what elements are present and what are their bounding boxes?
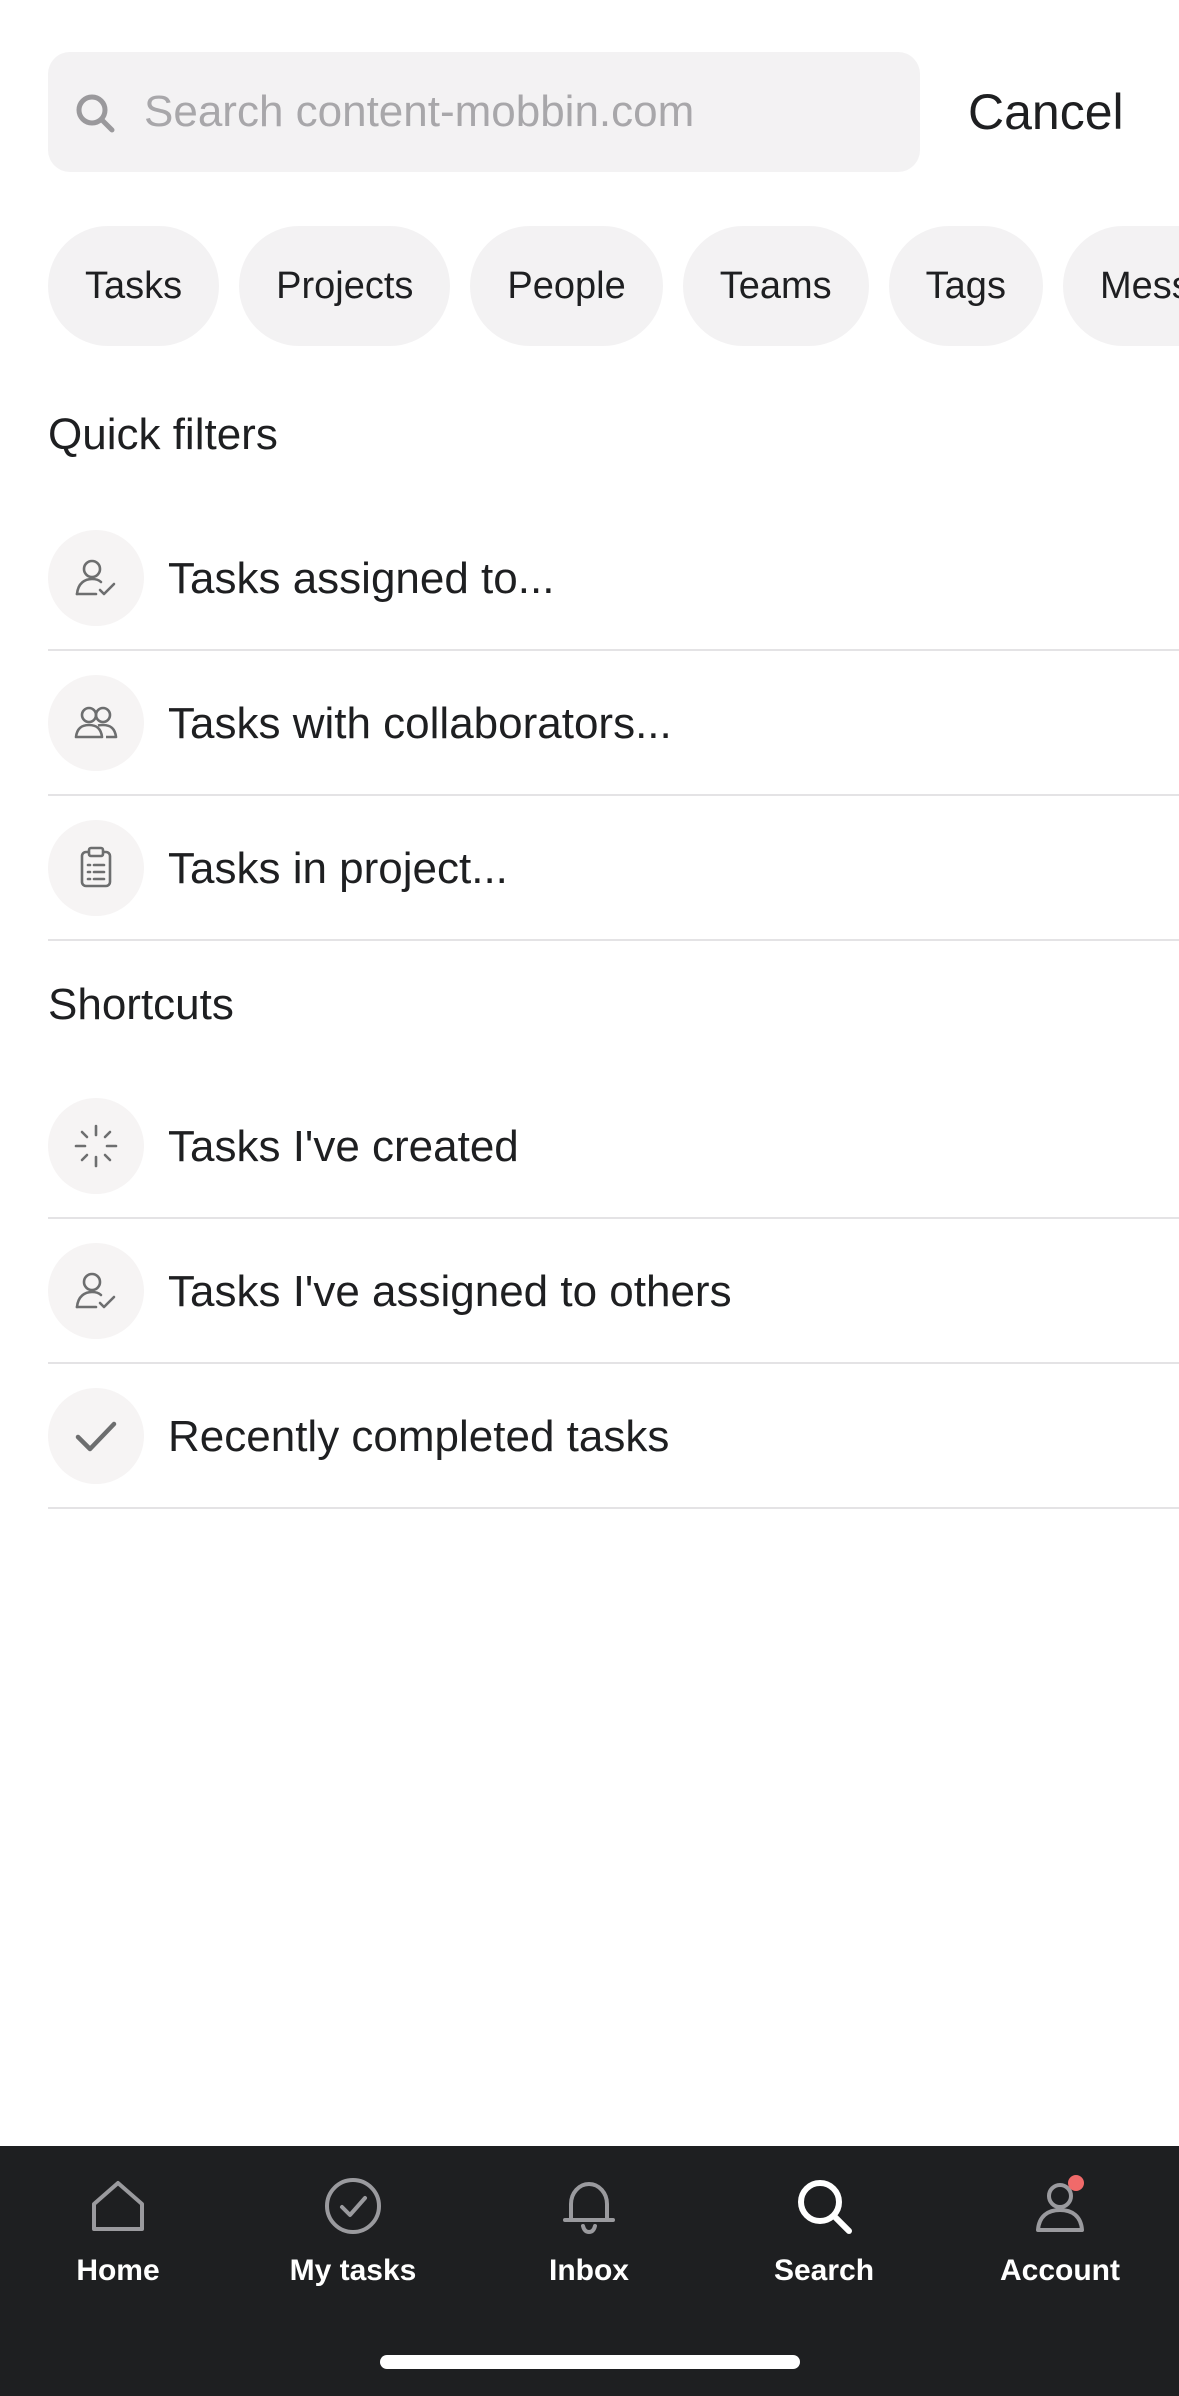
people-icon [48,675,144,771]
nav-item-search[interactable]: Search [724,2174,924,2304]
clipboard-icon [48,820,144,916]
list-item-label: Tasks assigned to... [168,554,555,603]
list-item[interactable]: Tasks in project... [48,796,1179,941]
person-check-icon [48,530,144,626]
list-item-label: Tasks with collaborators... [168,699,672,748]
shortcuts-title: Shortcuts [48,980,234,1029]
quick-filters-title: Quick filters [48,410,278,459]
list-item-label: Recently completed tasks [168,1412,670,1461]
list-item-label: Tasks in project... [168,844,508,893]
list-item[interactable]: Tasks I've created [48,1074,1179,1219]
nav-label: Account [1000,2254,1120,2287]
chip-tasks[interactable]: Tasks [48,226,220,346]
nav-item-inbox[interactable]: Inbox [489,2174,689,2304]
nav-label: Home [76,2254,160,2287]
check-circle-icon [325,2178,381,2234]
chip-messages[interactable]: Messages [1062,226,1179,346]
account-icon [1036,2175,1084,2232]
nav-label: Inbox [549,2254,629,2287]
search-icon [798,2180,852,2234]
list-item[interactable]: Tasks with collaborators... [48,651,1179,796]
home-indicator [380,2355,800,2369]
cancel-button[interactable]: Cancel [968,52,1124,172]
notification-badge [1068,2175,1084,2191]
spark-icon [48,1098,144,1194]
search-input[interactable] [144,52,904,172]
list-item-label: Tasks I've assigned to others [168,1267,732,1316]
filter-chips: TasksProjectsPeopleTeamsTagsMessages [48,226,1179,348]
bell-icon [563,2182,615,2235]
list-item[interactable]: Tasks assigned to... [48,506,1179,651]
checkmark-icon [48,1388,144,1484]
nav-item-home[interactable]: Home [18,2174,218,2304]
chip-projects[interactable]: Projects [239,226,451,346]
search-icon [76,94,115,133]
list-item-label: Tasks I've created [168,1122,519,1171]
chip-people[interactable]: People [470,226,663,346]
search-box[interactable] [48,52,920,172]
shortcuts-list: Tasks I've created Tasks I've assigned t… [48,1074,1179,1509]
list-item[interactable]: Recently completed tasks [48,1364,1179,1509]
nav-item-my-tasks[interactable]: My tasks [253,2174,453,2304]
chip-teams[interactable]: Teams [682,226,869,346]
nav-label: Search [773,2254,875,2287]
chip-tags[interactable]: Tags [888,226,1043,346]
search-header: Cancel [48,52,1179,172]
nav-item-account[interactable]: Account [960,2174,1160,2304]
list-item[interactable]: Tasks I've assigned to others [48,1219,1179,1364]
person-check-icon [48,1243,144,1339]
home-icon [92,2181,144,2231]
nav-label: My tasks [289,2254,417,2287]
quick-filters-list: Tasks assigned to... Tasks with collabor… [48,506,1179,941]
